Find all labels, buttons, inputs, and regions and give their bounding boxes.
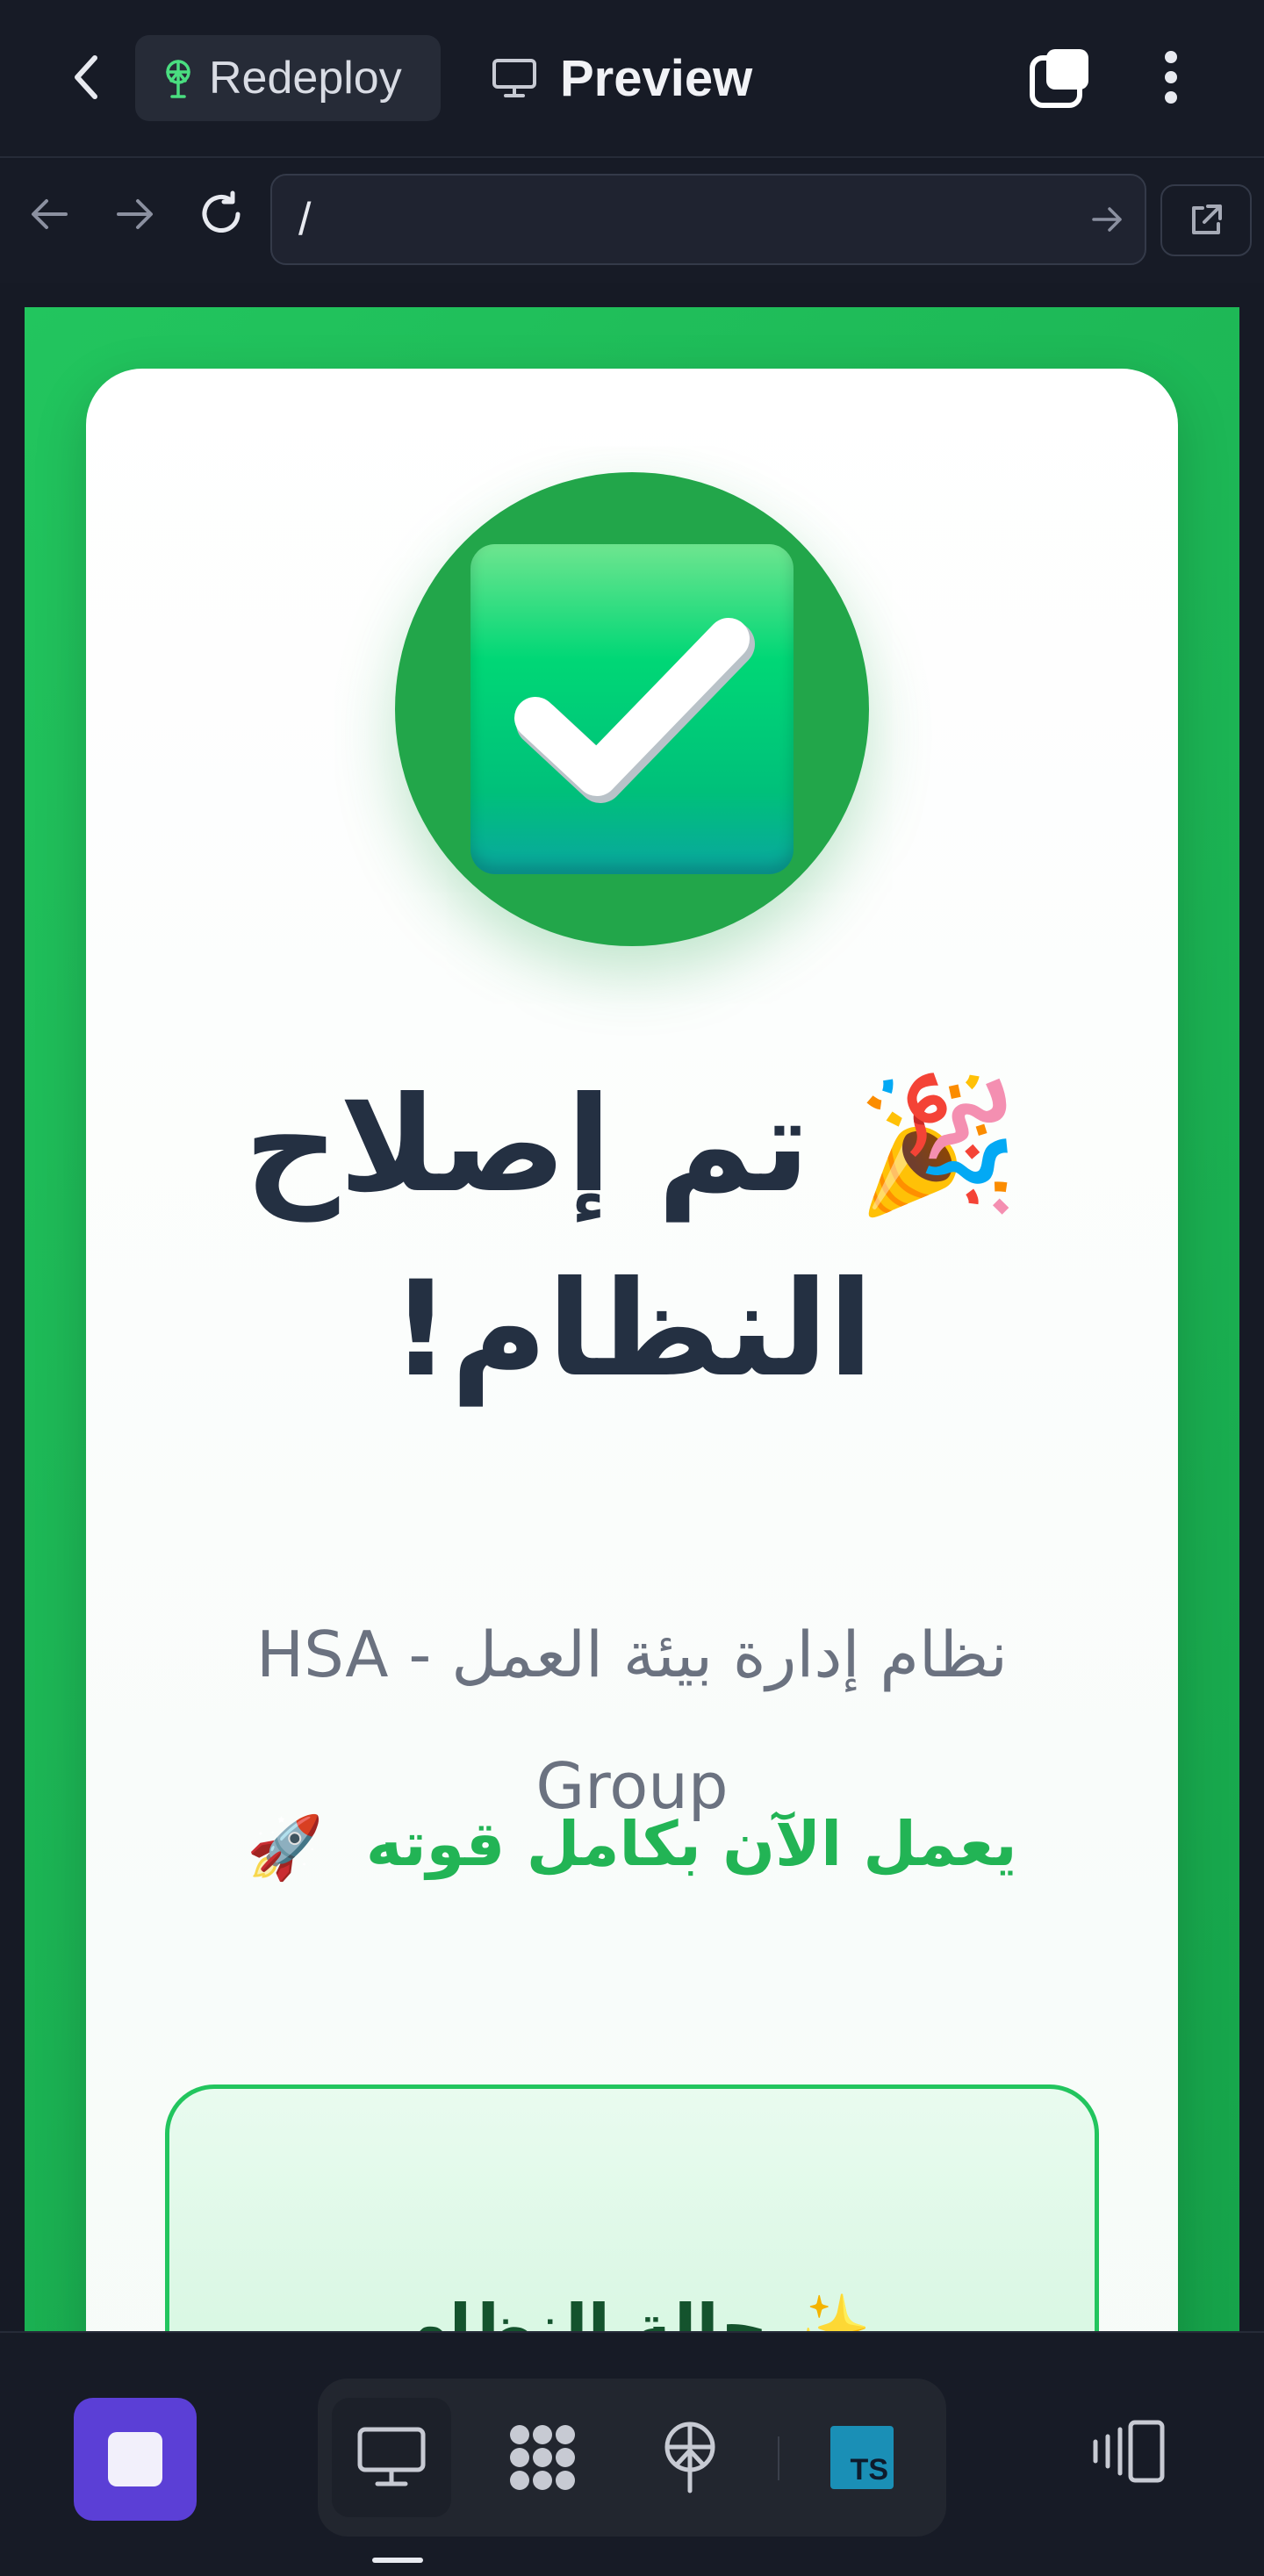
browser-forward-button[interactable]	[109, 188, 162, 240]
kebab-dot	[1165, 51, 1177, 63]
bottom-toolbar: TS	[0, 2331, 1264, 2576]
typescript-tool-button[interactable]: TS	[802, 2398, 922, 2517]
title-line-2: النظام!	[391, 1253, 873, 1406]
desktop-icon	[357, 2427, 426, 2486]
deploy-tool-button[interactable]	[630, 2398, 750, 2517]
preview-tab[interactable]: Preview	[492, 35, 752, 121]
stacked-windows-icon	[1030, 49, 1088, 108]
app-top-bar: Redeploy Preview	[0, 0, 1264, 158]
back-button[interactable]	[58, 49, 114, 105]
page-title: 🎉 تم إصلاح النظام!	[86, 1053, 1178, 1422]
arrow-left-icon	[32, 199, 68, 229]
kebab-dot	[1165, 71, 1177, 83]
tagline-text: يعمل الآن بكامل قوته	[365, 1808, 1017, 1880]
antenna-icon	[664, 2422, 715, 2493]
status-panel-title: ✨ حالة النظام	[401, 2291, 872, 2331]
reload-button[interactable]	[195, 188, 248, 240]
more-menu-button[interactable]	[1150, 44, 1192, 111]
arrow-right-icon	[117, 199, 153, 229]
success-card: 🎉 تم إصلاح النظام! نظام إدارة بيئة العمل…	[86, 369, 1178, 2331]
devices-icon	[1093, 2420, 1165, 2483]
check-icon	[514, 618, 755, 803]
grid-apps-icon	[510, 2425, 575, 2490]
stop-icon	[108, 2432, 162, 2486]
open-external-button[interactable]	[1160, 184, 1252, 256]
title-line-1: 🎉 تم إصلاح	[244, 1069, 1020, 1222]
typescript-icon: TS	[830, 2426, 894, 2489]
preview-viewport: 🎉 تم إصلاح النظام! نظام إدارة بيئة العمل…	[25, 307, 1239, 2331]
check-mark-icon	[470, 544, 794, 874]
home-indicator	[372, 2558, 423, 2563]
browser-back-button[interactable]	[23, 188, 75, 240]
devices-button[interactable]	[1090, 2417, 1169, 2496]
success-badge	[395, 472, 869, 946]
external-link-icon	[1192, 205, 1222, 234]
antenna-icon	[166, 60, 190, 98]
apps-tool-button[interactable]	[483, 2398, 602, 2517]
kebab-dot	[1165, 91, 1177, 104]
desktop-tool-button[interactable]	[332, 2398, 451, 2517]
url-text: /	[298, 194, 312, 245]
redeploy-button[interactable]: Redeploy	[135, 35, 441, 121]
tool-group: TS	[318, 2379, 946, 2537]
preview-label: Preview	[560, 49, 753, 107]
redeploy-label: Redeploy	[209, 53, 402, 104]
status-tagline: يعمل الآن بكامل قوته 🚀	[86, 1808, 1178, 1884]
ts-label: TS	[850, 2453, 888, 2486]
monitor-icon	[492, 59, 536, 97]
reload-icon	[202, 190, 241, 233]
go-arrow-icon[interactable]	[1090, 202, 1125, 237]
browser-bar: /	[0, 160, 1264, 283]
toolbar-divider	[778, 2436, 779, 2480]
chevron-left-icon	[75, 55, 97, 99]
system-status-panel: ✨ حالة النظام	[165, 2084, 1099, 2331]
windows-button[interactable]	[1029, 46, 1092, 109]
url-input[interactable]: /	[270, 174, 1146, 265]
rocket-icon: 🚀	[247, 1812, 324, 1884]
stop-button[interactable]	[74, 2398, 197, 2521]
